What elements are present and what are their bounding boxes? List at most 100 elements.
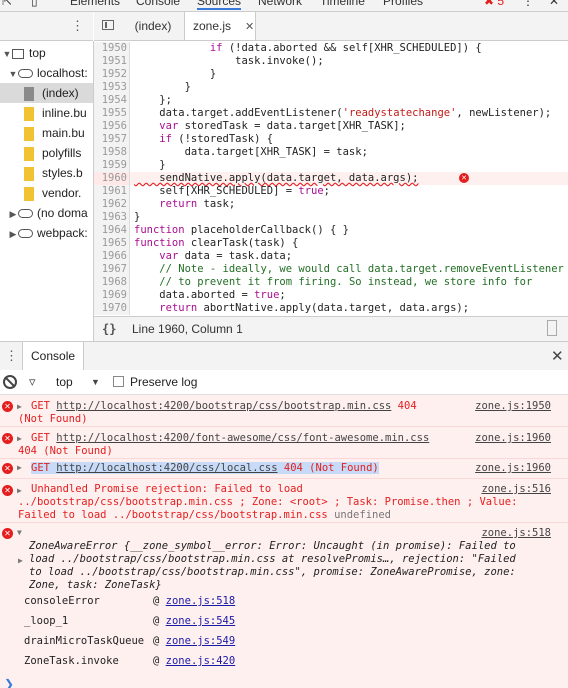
context-selector[interactable]: top <box>56 370 73 394</box>
code-line[interactable]: 1950 if (!data.aborted && self[XHR_SCHED… <box>94 42 568 55</box>
tab-profiles[interactable]: Profiles <box>383 0 423 8</box>
line-number[interactable]: 1950 <box>94 42 130 55</box>
chevron-down-icon[interactable]: ▼ <box>2 44 12 64</box>
request-url[interactable]: http://localhost:4200/css/local.css <box>56 462 277 474</box>
chevron-down-icon[interactable]: ▼ <box>8 64 18 84</box>
close-tab-icon[interactable]: ✕ <box>245 21 254 33</box>
line-number[interactable]: 1956 <box>94 120 130 133</box>
preserve-log-checkbox[interactable] <box>113 376 124 387</box>
code-line[interactable]: 1967 // Note - ideally, we would call da… <box>94 263 568 276</box>
sidebar-toggle-icon[interactable] <box>547 320 557 336</box>
source-link[interactable]: zone.js:1960 <box>475 462 551 475</box>
cursor-icon[interactable]: ⇱ <box>2 0 12 8</box>
line-number[interactable]: 1968 <box>94 276 130 289</box>
code-line[interactable]: 1957 if (!storedTask) { <box>94 133 568 146</box>
code-line[interactable]: 1968 // to prevent it from firing. So in… <box>94 276 568 289</box>
navigator-item[interactable]: ▶ (no doma <box>0 203 93 223</box>
stack-link[interactable]: zone.js:420 <box>166 655 236 667</box>
tab-timeline[interactable]: Timeline <box>320 0 365 8</box>
console-error-message[interactable]: ✕ ▶ GET http://localhost:4200/css/local.… <box>0 459 568 479</box>
code-line[interactable]: 1963} <box>94 211 568 224</box>
source-link[interactable]: zone.js:1960 <box>475 432 551 445</box>
code-line[interactable]: 1954 }; <box>94 94 568 107</box>
error-count-badge[interactable]: ✖ 5 <box>484 0 504 8</box>
tab-console[interactable]: Console <box>136 0 180 8</box>
code-line[interactable]: 1962 return task; <box>94 198 568 211</box>
navigator-item[interactable]: polyfills <box>0 143 93 163</box>
code-line[interactable]: 1961 self[XHR_SCHEDULED] = true; <box>94 185 568 198</box>
navigator-item[interactable]: ▶ webpack: <box>0 223 93 243</box>
code-line[interactable]: 1970 return abortNative.apply(data.targe… <box>94 302 568 315</box>
navigator-item[interactable]: (index) <box>0 83 93 103</box>
line-number[interactable]: 1955 <box>94 107 130 120</box>
expand-arrow-icon[interactable]: ▶ <box>18 556 23 565</box>
navigator-item[interactable]: inline.bu <box>0 103 93 123</box>
stack-link[interactable]: zone.js:549 <box>166 635 236 647</box>
code-line[interactable]: 1964 function placeholderCallback() { } <box>94 224 568 237</box>
tab-network[interactable]: Network <box>258 0 302 8</box>
chevron-down-icon[interactable]: ▼ <box>91 370 100 394</box>
source-link[interactable]: zone.js:1950 <box>475 400 551 413</box>
line-number[interactable]: 1961 <box>94 185 130 198</box>
chevron-right-icon[interactable]: ▶ <box>8 224 18 244</box>
line-number[interactable]: 1953 <box>94 81 130 94</box>
console-error-message[interactable]: ✕ ▶ Unhandled Promise rejection: Failed … <box>0 479 568 523</box>
tab-sources[interactable]: Sources <box>197 0 242 10</box>
line-number[interactable]: 1967 <box>94 263 130 276</box>
line-number[interactable]: 1960 <box>94 172 130 185</box>
stack-link[interactable]: zone.js:545 <box>166 615 236 627</box>
line-number[interactable]: 1951 <box>94 55 130 68</box>
line-number[interactable]: 1957 <box>94 133 130 146</box>
code-line[interactable]: 1966 var data = task.data; <box>94 250 568 263</box>
more-icon[interactable]: ⋮ <box>522 0 534 8</box>
pretty-print-icon[interactable]: {} <box>102 317 116 341</box>
code-line[interactable]: 1955 data.target.addEventListener('ready… <box>94 107 568 120</box>
code-line[interactable]: 1958 data.target[XHR_TASK] = task; <box>94 146 568 159</box>
clear-console-icon[interactable] <box>3 375 17 389</box>
line-number[interactable]: 1954 <box>94 94 130 107</box>
line-number[interactable]: 1962 <box>94 198 130 211</box>
navigator-item[interactable]: styles.b <box>0 163 93 183</box>
request-url[interactable]: http://localhost:4200/font-awesome/css/f… <box>56 432 429 444</box>
code-line[interactable]: 1959 } <box>94 159 568 172</box>
code-line[interactable]: 1969 data.aborted = true; <box>94 289 568 302</box>
line-number[interactable]: 1952 <box>94 68 130 81</box>
tab-elements[interactable]: Elements <box>70 0 120 8</box>
navigator-item[interactable]: vendor. <box>0 183 93 203</box>
chevron-right-icon[interactable]: ▶ <box>8 204 18 224</box>
code-line[interactable]: 1960 sendNative.apply(data.target, data.… <box>94 172 568 185</box>
line-number[interactable]: 1966 <box>94 250 130 263</box>
collapse-arrow-icon[interactable]: ▼ <box>17 528 22 537</box>
stack-link[interactable]: zone.js:518 <box>166 595 236 607</box>
close-devtools-icon[interactable]: ✕ <box>549 0 559 8</box>
close-drawer-icon[interactable]: ✕ <box>551 347 564 365</box>
navigator-item[interactable]: ▼ top <box>0 43 93 63</box>
line-number[interactable]: 1964 <box>94 224 130 237</box>
navigator-item[interactable]: main.bu <box>0 123 93 143</box>
error-marker-icon[interactable]: ✕ <box>459 173 469 183</box>
drawer-tab-console[interactable]: Console <box>22 342 85 370</box>
editor-tab-zone[interactable]: zone.js ✕ <box>184 12 256 40</box>
device-icon[interactable]: ▯ <box>31 0 38 8</box>
line-number[interactable]: 1959 <box>94 159 130 172</box>
editor-tab-index[interactable]: (index) <box>122 12 184 40</box>
code-line[interactable]: 1953 } <box>94 81 568 94</box>
code-line[interactable]: 1951 task.invoke(); <box>94 55 568 68</box>
more-icon[interactable]: ⋮ <box>71 18 84 34</box>
error-object[interactable]: ZoneAwareError {__zone_symbol__error: Er… <box>29 540 516 592</box>
code-line[interactable]: 1956 var storedTask = data.target[XHR_TA… <box>94 120 568 133</box>
source-link[interactable]: zone.js:516 <box>481 483 551 496</box>
line-number[interactable]: 1965 <box>94 237 130 250</box>
filter-icon[interactable]: ▿ <box>29 370 36 394</box>
console-error-message[interactable]: ✕ ▶ GET http://localhost:4200/bootstrap/… <box>0 395 568 427</box>
line-number[interactable]: 1970 <box>94 302 130 315</box>
request-url[interactable]: http://localhost:4200/bootstrap/css/boot… <box>56 400 391 412</box>
console-error-message[interactable]: ✕ ▶ GET http://localhost:4200/font-aweso… <box>0 427 568 459</box>
source-link[interactable]: zone.js:518 <box>481 527 551 540</box>
drawer-menu-icon[interactable]: ⋮ <box>5 348 18 364</box>
code-editor[interactable]: 1950 if (!data.aborted && self[XHR_SCHED… <box>94 41 568 315</box>
line-number[interactable]: 1958 <box>94 146 130 159</box>
navigator-item[interactable]: ▼ localhost: <box>0 63 93 83</box>
toggle-navigator-icon[interactable] <box>102 20 114 30</box>
line-number[interactable]: 1969 <box>94 289 130 302</box>
